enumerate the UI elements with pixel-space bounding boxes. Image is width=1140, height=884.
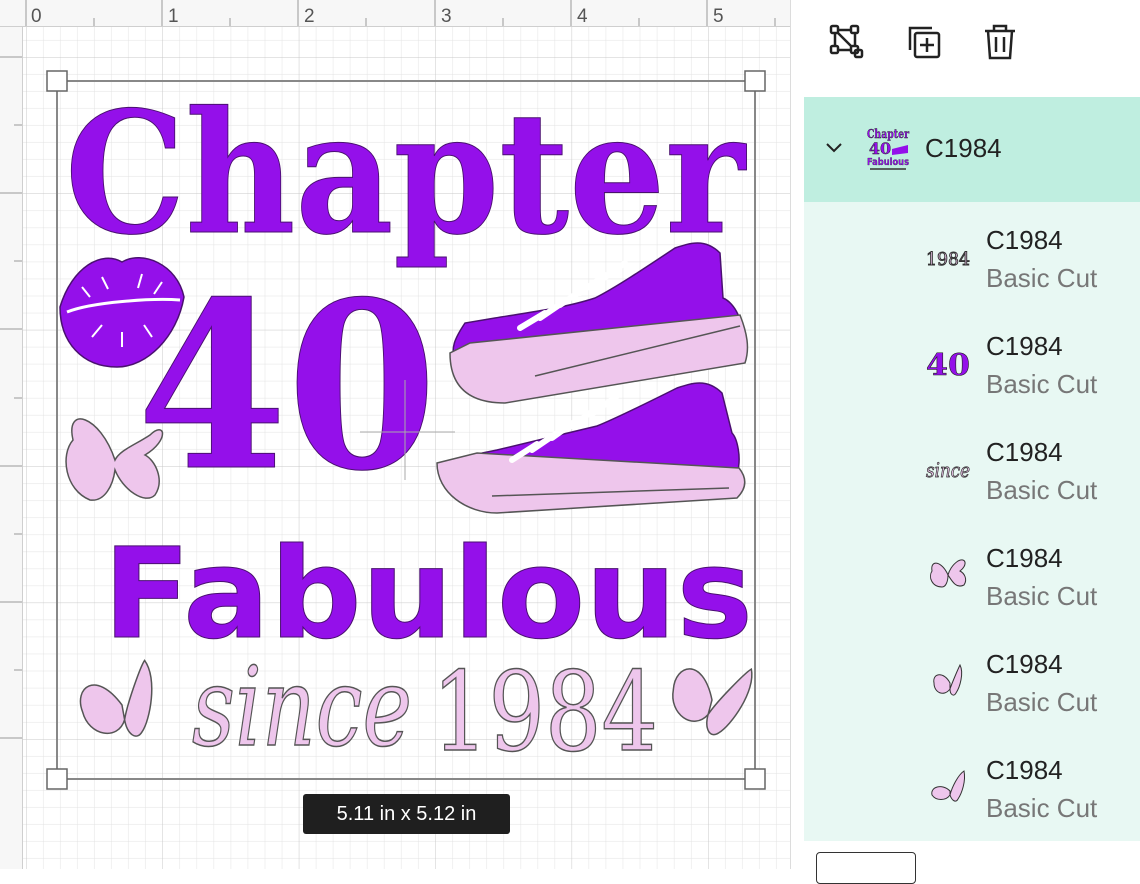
- forty-text: 40: [137, 252, 437, 522]
- svg-text:40: 40: [926, 348, 970, 383]
- svg-text:Fabulous: Fabulous: [867, 157, 909, 168]
- chapter-text: Chapter: [65, 74, 747, 272]
- butterfly-icon: [929, 559, 967, 588]
- resize-handle-bl: [46, 768, 68, 790]
- layer-name: C1984: [986, 649, 1063, 679]
- layer-item[interactable]: 40 C1984 Basic Cut: [804, 311, 1140, 417]
- svg-text:1984: 1984: [926, 249, 970, 270]
- layer-type: Basic Cut: [986, 581, 1098, 611]
- layer-item[interactable]: C1984 Basic Cut: [804, 735, 1140, 841]
- butterfly-icon: [79, 659, 153, 737]
- layers-sidebar: Chapter 40 Fabulous C1984 1984 C1984 Bas…: [790, 0, 1140, 884]
- chevron-down-icon[interactable]: [824, 137, 844, 157]
- layer-type: Basic Cut: [986, 369, 1098, 399]
- layer-name: C1984: [986, 331, 1063, 361]
- design-artwork[interactable]: Chapter 40 Fabulous since 1984: [0, 0, 790, 869]
- layer-toolbar: [791, 0, 1140, 90]
- bottom-action-button[interactable]: [816, 852, 916, 884]
- layer-type: Basic Cut: [986, 687, 1098, 717]
- size-badge: 5.11 in x 5.12 in: [303, 794, 510, 834]
- layer-type: Basic Cut: [986, 475, 1098, 505]
- layer-name: C1984: [986, 543, 1063, 573]
- resize-handle-tr: [744, 70, 766, 92]
- layer-thumbnail: 40: [926, 348, 971, 384]
- sneaker-icon: [436, 382, 746, 514]
- layer-type: Basic Cut: [986, 793, 1098, 823]
- group-thumbnail: Chapter 40 Fabulous: [867, 127, 910, 170]
- svg-text:since: since: [926, 458, 970, 482]
- duplicate-icon[interactable]: [902, 20, 946, 64]
- layer-item[interactable]: 1984 C1984 Basic Cut: [804, 205, 1140, 311]
- butterfly-icon: [933, 663, 963, 696]
- layer-type: Basic Cut: [986, 263, 1098, 293]
- resize-handle-tl: [46, 70, 68, 92]
- svg-text:40: 40: [869, 139, 891, 158]
- layer-group-row[interactable]: Chapter 40 Fabulous C1984: [804, 97, 1140, 202]
- delete-icon[interactable]: [978, 20, 1022, 64]
- butterfly-icon: [931, 770, 965, 802]
- layer-item[interactable]: since C1984 Basic Cut: [804, 417, 1140, 523]
- since-text: since: [192, 643, 412, 771]
- layer-thumbnail: 1984: [926, 249, 971, 271]
- layers-list: Chapter 40 Fabulous C1984 1984 C1984 Bas…: [804, 97, 1140, 841]
- layer-name: C1984: [986, 437, 1063, 467]
- layer-item[interactable]: C1984 Basic Cut: [804, 629, 1140, 735]
- layer-name: C1984: [986, 755, 1063, 785]
- resize-handle-br: [744, 768, 766, 790]
- layer-item[interactable]: C1984 Basic Cut: [804, 523, 1140, 629]
- layer-name: C1984: [986, 225, 1063, 255]
- ungroup-icon[interactable]: [825, 20, 869, 64]
- layer-thumbnail: since: [926, 458, 971, 483]
- year-text: 1984: [432, 648, 658, 776]
- group-name: C1984: [925, 133, 1002, 163]
- design-canvas[interactable]: 0 1 2 3 4 5 Chapter 40 Fabulous since 19…: [0, 0, 790, 869]
